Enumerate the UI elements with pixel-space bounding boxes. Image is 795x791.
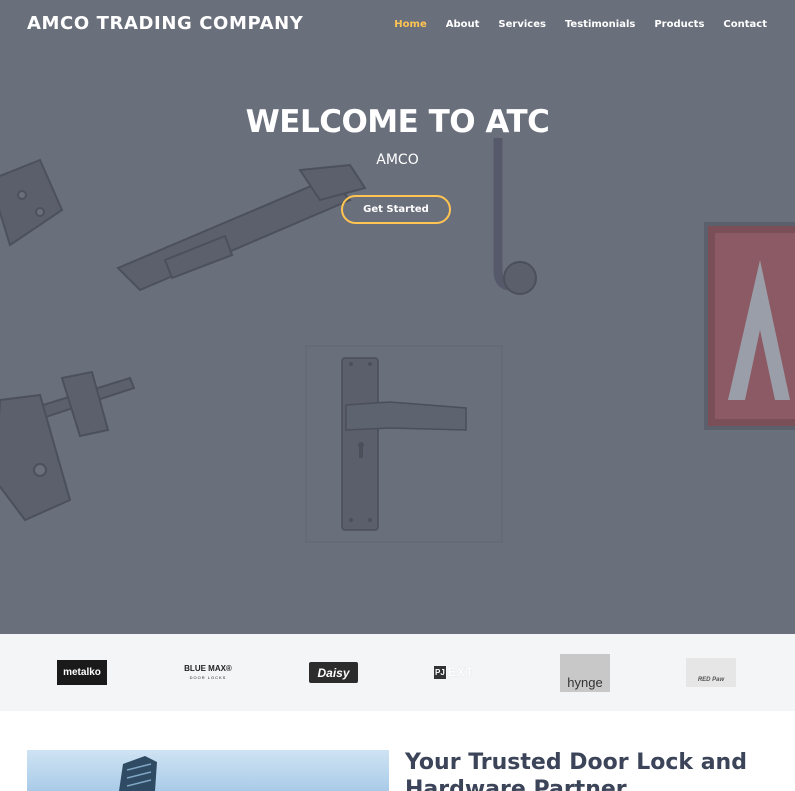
hero-subtitle: AMCO xyxy=(376,152,419,168)
brand-bluemax-text: BLUE MAX® xyxy=(184,664,232,673)
brand-metalko-text: metalko xyxy=(63,667,101,678)
brand-pjext-text: EXT xyxy=(447,665,475,679)
nav-products[interactable]: Products xyxy=(654,19,704,30)
nav-about[interactable]: About xyxy=(446,19,480,30)
brand-logo-pjext[interactable]: PJ EXT xyxy=(434,663,484,681)
get-started-button[interactable]: Get Started xyxy=(341,195,451,224)
building-illustration xyxy=(119,756,157,791)
nav-home[interactable]: Home xyxy=(394,19,426,30)
brand-pjext-mark: PJ xyxy=(434,665,446,679)
main-nav: Home About Services Testimonials Product… xyxy=(375,19,767,30)
brand-bluemax-subtext: DOOR LOCKS xyxy=(189,675,227,680)
brand-daisy-text: Daisy xyxy=(317,665,350,680)
brand-logo-hynge[interactable]: hynge xyxy=(560,654,610,692)
brand-logo-bluemax[interactable]: BLUE MAX® DOOR LOCKS xyxy=(181,664,235,682)
nav-services[interactable]: Services xyxy=(498,19,546,30)
about-building-image xyxy=(27,750,389,791)
brand-logo-metalko[interactable]: metalko xyxy=(57,660,107,685)
nav-contact[interactable]: Contact xyxy=(723,19,767,30)
hero-section: AMCO TRADING COMPANY Home About Services… xyxy=(0,0,795,634)
nav-testimonials[interactable]: Testimonials xyxy=(565,19,635,30)
about-heading: Your Trusted Door Lock and Hardware Part… xyxy=(405,750,747,791)
brand-logo-daisy[interactable]: Daisy xyxy=(309,662,358,683)
site-header: AMCO TRADING COMPANY Home About Services… xyxy=(0,0,795,52)
hero-title: WELCOME TO ATC xyxy=(245,104,550,140)
brand-logo-redpaw[interactable]: RED Paw xyxy=(686,658,736,687)
hero-background-hardware-image xyxy=(0,138,795,543)
site-logo[interactable]: AMCO TRADING COMPANY xyxy=(27,13,303,34)
brand-redpaw-text: RED Paw xyxy=(697,677,725,683)
brand-hynge-text: hynge xyxy=(567,675,603,690)
brand-logos-strip xyxy=(0,634,795,711)
